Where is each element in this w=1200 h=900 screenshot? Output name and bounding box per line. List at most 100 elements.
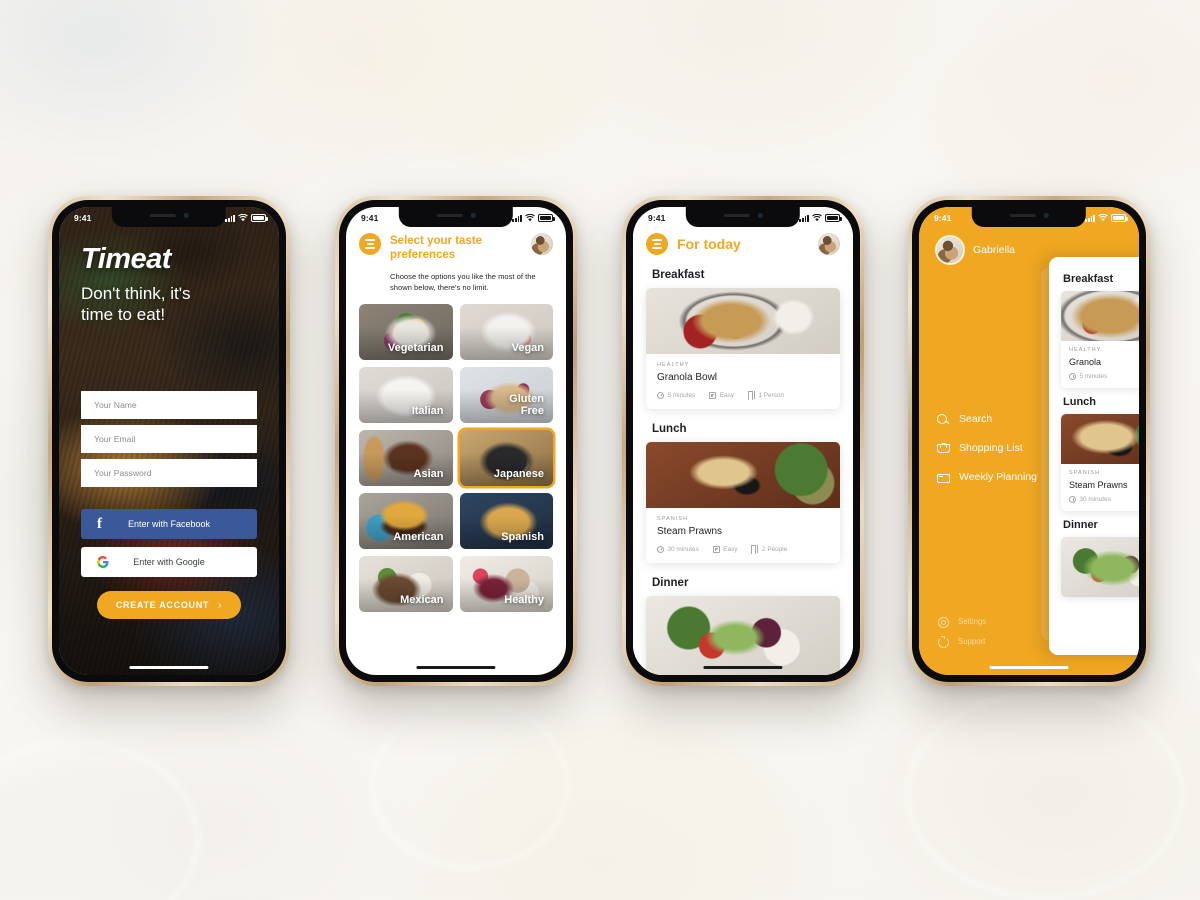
recipe-card[interactable]: SPANISH Steam Prawns 30 minutes [1061,414,1139,511]
drawer-item-support[interactable]: Support [937,636,986,648]
drawer-item-weekly-planning[interactable]: Weekly Planning [937,471,1037,483]
notch [111,207,227,227]
recipe-meta: 5 minutes Easy 1 Person [657,391,829,400]
cellular-bars-icon [225,214,235,222]
preference-tile-healthy[interactable]: Healthy [459,555,553,612]
app-tagline: Don't think, it's time to eat! [81,284,191,324]
drawer-item-label: Search [959,413,993,425]
preference-tile-vegetarian[interactable]: Vegetarian [359,303,453,360]
status-time: 9:41 [361,213,379,223]
taste-preferences-screen: 9:41 Select your taste preferences Choos… [346,207,566,675]
home-indicator[interactable] [129,665,209,669]
recipe-card[interactable] [1061,537,1139,597]
drawer-item-label: Weekly Planning [959,471,1038,483]
difficulty-icon [712,545,720,553]
recipe-tag: HEALTHY [1069,347,1102,353]
password-field[interactable] [81,459,257,488]
recipe-photo [646,288,840,354]
recipe-tag: SPANISH [657,516,689,522]
battery-icon [538,214,555,222]
recipe-difficulty: Easy [712,545,737,553]
home-indicator[interactable] [416,665,496,669]
recipe-tag: HEALTHY [657,362,690,368]
clock-icon [657,391,664,399]
facebook-login-button[interactable]: f Enter with Facebook [81,509,257,540]
drawer-nav-list: Search Shopping List Weekly Planning [937,413,1037,483]
clock-icon [1069,496,1076,503]
recipe-name: Granola [1069,357,1102,367]
preference-tile-mexican[interactable]: Mexican [359,555,453,612]
status-time: 9:41 [934,213,952,223]
servings-icon [751,545,759,554]
chevron-right-icon: › [218,599,223,611]
recipe-photo [1061,291,1139,341]
recipe-photo [646,442,840,508]
meal-section-lunch: Lunch SPANISH Steam Prawns 30 minutes Ea… [633,423,853,563]
meal-heading: Breakfast [652,269,705,281]
status-time: 9:41 [74,213,92,223]
recipe-card[interactable] [646,596,840,675]
create-account-button[interactable]: CREATE ACCOUNT › [96,591,242,620]
user-avatar[interactable] [531,233,553,255]
wifi-icon [525,214,535,222]
preference-tile-vegan[interactable]: Vegan [459,303,553,360]
phone-bezel: 9:41 Gabriella Search Shopping List Week… [912,200,1146,682]
google-icon [97,556,109,569]
preference-tile-spanish[interactable]: Spanish [459,492,553,549]
user-avatar[interactable] [937,237,963,263]
hamburger-menu-icon[interactable] [359,233,381,255]
gear-icon [937,616,949,628]
user-name: Gabriella [973,244,1016,256]
recipe-difficulty: Easy [709,391,734,399]
wifi-icon [812,214,822,222]
wifi-icon [238,214,248,222]
recipe-card[interactable]: HEALTHY Granola Bowl 5 minutes Easy 1 Pe… [646,288,840,409]
home-indicator[interactable] [989,665,1069,669]
drawer-item-search[interactable]: Search [937,413,1037,425]
page-title: Select your taste preferences [390,235,483,262]
preference-tile-american[interactable]: American [359,492,453,549]
phone-mockup-for-today: 9:41 For today Breakfast HEALTHY Granola… [622,196,864,686]
meal-heading: Lunch [652,423,687,435]
search-icon [937,413,948,425]
recipe-time: 30 minutes [657,545,699,553]
drawer-item-settings[interactable]: Settings [937,616,987,628]
recipe-name: Granola Bowl [657,372,718,383]
recipe-time: 5 minutes [1069,373,1107,380]
recipe-meta: 5 minutes [1069,373,1139,380]
drawer-peek-content-panel[interactable]: Breakfast HEALTHY Granola 5 minutes Lunc… [1049,257,1139,655]
drawer-item-shopping-list[interactable]: Shopping List [937,442,1037,454]
cellular-bars-icon [1085,214,1095,222]
drawer-footer-list: Settings Support [937,616,987,648]
recipe-card[interactable]: HEALTHY Granola 5 minutes [1061,291,1139,388]
notch [398,207,514,227]
hamburger-menu-icon[interactable] [646,233,668,255]
signup-screen: 9:41 Timeat Don't think, it's time to ea… [59,207,279,675]
servings-icon [747,391,755,400]
home-indicator[interactable] [703,665,783,669]
cellular-bars-icon [799,214,809,222]
email-field[interactable] [81,425,257,454]
recipe-photo [646,596,840,675]
app-brand-title: Timeat [81,243,171,275]
recipe-meta: 30 minutes Easy 2 People [657,545,829,554]
status-time: 9:41 [648,213,666,223]
meal-heading: Dinner [652,577,689,589]
facebook-login-label: Enter with Facebook [127,519,211,530]
name-field[interactable] [81,391,257,420]
google-login-button[interactable]: Enter with Google [81,547,257,578]
preference-tile-italian[interactable]: Italian [359,366,453,423]
recipe-tag: SPANISH [1069,470,1101,476]
user-avatar[interactable] [818,233,840,255]
preference-tile-japanese[interactable]: Japanese [459,429,553,486]
drawer-item-label: Settings [958,617,987,626]
preference-tile-gluten-free[interactable]: Gluten Free [459,366,553,423]
recipe-servings: 1 Person [747,391,784,400]
recipe-card[interactable]: SPANISH Steam Prawns 30 minutes Easy 2 P… [646,442,840,563]
preference-tile-asian[interactable]: Asian [359,429,453,486]
difficulty-icon [709,391,717,399]
recipe-photo [1061,537,1139,597]
signup-form [81,391,257,488]
create-account-label: CREATE ACCOUNT [115,599,210,610]
meal-section-breakfast: Breakfast HEALTHY Granola Bowl 5 minutes… [633,269,853,409]
